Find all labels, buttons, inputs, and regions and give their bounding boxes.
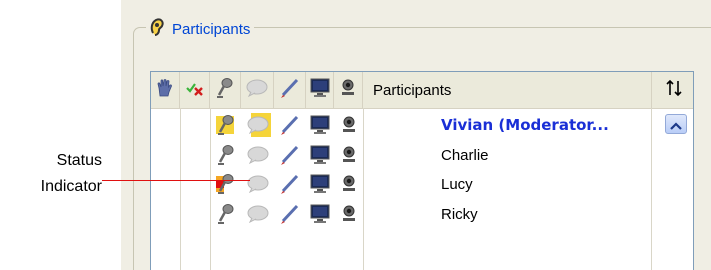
approve-deny-icon	[185, 78, 205, 102]
participants-ear-icon	[148, 16, 166, 42]
annotate-pen-icon[interactable]	[274, 170, 306, 198]
desktop-share-icon[interactable]	[306, 200, 334, 228]
callout-pointer-line	[102, 180, 250, 181]
microphone-icon[interactable]	[210, 170, 241, 198]
column-header-participants-label: Participants	[373, 81, 452, 99]
participant-name: Ricky	[441, 205, 478, 223]
annotate-pen-icon[interactable]	[274, 111, 306, 139]
microphone-icon[interactable]	[210, 141, 241, 169]
column-header-microphone[interactable]	[210, 72, 241, 108]
callout-line1: Status	[56, 152, 102, 169]
groupbox-title: Participants	[172, 20, 251, 38]
sort-arrows-icon	[665, 79, 683, 101]
chat-bubble-icon[interactable]	[241, 141, 274, 169]
microphone-icon	[215, 77, 235, 103]
chat-bubble-icon[interactable]	[241, 170, 274, 198]
scroll-up-button[interactable]	[665, 114, 687, 134]
chat-bubble-icon[interactable]	[241, 111, 274, 139]
annotate-pen-icon[interactable]	[274, 200, 306, 228]
webcam-icon[interactable]	[334, 170, 363, 198]
desktop-share-icon[interactable]	[306, 111, 334, 139]
participant-name: Charlie	[441, 146, 489, 164]
column-header-approve[interactable]	[180, 72, 210, 108]
participant-name: Vivian (Moderator...	[441, 116, 609, 134]
column-header-participants[interactable]: Participants	[363, 72, 652, 108]
column-header-webcam[interactable]	[334, 72, 363, 108]
participant-row[interactable]: Lucy	[151, 170, 693, 198]
column-header-desktop[interactable]	[306, 72, 334, 108]
column-header-annotate[interactable]	[274, 72, 306, 108]
groupbox-legend: Participants	[146, 14, 255, 44]
participant-row[interactable]: Vivian (Moderator...	[151, 111, 693, 139]
annotate-pen-icon	[279, 77, 301, 103]
webcam-icon[interactable]	[334, 200, 363, 228]
participants-list[interactable]: Participants Vivian (Moderator... Charli…	[150, 71, 694, 270]
webcam-icon[interactable]	[334, 141, 363, 169]
participant-row[interactable]: Ricky	[151, 200, 693, 228]
webcam-icon[interactable]	[334, 111, 363, 139]
microphone-icon[interactable]	[210, 111, 241, 139]
sort-button[interactable]	[652, 72, 693, 108]
annotate-pen-icon[interactable]	[274, 141, 306, 169]
column-header-chat[interactable]	[241, 72, 274, 108]
desktop-share-icon	[309, 78, 331, 102]
chevron-up-icon	[670, 115, 682, 134]
callout-line2: Indicator	[40, 178, 102, 195]
desktop-share-icon[interactable]	[306, 170, 334, 198]
chat-bubble-icon	[245, 79, 269, 101]
participant-name: Lucy	[441, 175, 473, 193]
status-indicator-callout: Status Indicator	[10, 148, 102, 200]
raise-hand-icon	[155, 78, 175, 102]
chat-bubble-icon[interactable]	[241, 200, 274, 228]
desktop-share-icon[interactable]	[306, 141, 334, 169]
microphone-icon[interactable]	[210, 200, 241, 228]
list-header: Participants	[151, 72, 693, 109]
webcam-icon	[339, 78, 357, 102]
column-header-raise-hand[interactable]	[151, 72, 180, 108]
participant-row[interactable]: Charlie	[151, 141, 693, 169]
